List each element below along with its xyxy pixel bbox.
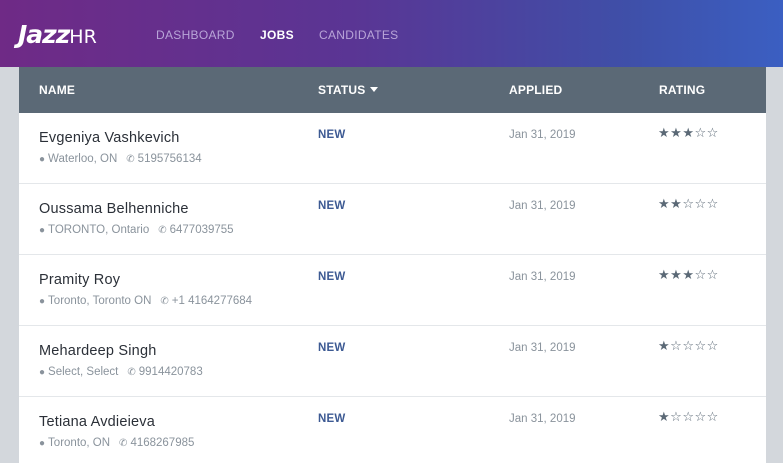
- star-outline-icon[interactable]: ☆: [707, 196, 719, 211]
- candidate-meta: ● Toronto, ON ✆ 4168267985: [39, 437, 194, 449]
- star-filled-icon[interactable]: ★: [658, 196, 670, 211]
- applied-date: Jan 31, 2019: [509, 129, 576, 141]
- table-row[interactable]: Pramity Roy ● Toronto, Toronto ON ✆ +1 41642…: [19, 255, 766, 326]
- phone-icon: ✆: [158, 224, 167, 236]
- star-outline-icon[interactable]: ☆: [707, 409, 719, 424]
- applied-date: Jan 31, 2019: [509, 200, 576, 212]
- candidates-table: NAME STATUS APPLIED RATING Evgeniya Vash…: [19, 67, 766, 463]
- star-rating[interactable]: ★★★☆☆: [658, 267, 719, 283]
- candidate-meta: ● Waterloo, ON ✆ 5195756134: [39, 153, 202, 165]
- column-header-name[interactable]: NAME: [39, 83, 75, 97]
- star-filled-icon[interactable]: ★: [658, 409, 670, 424]
- candidate-location: TORONTO, Ontario: [48, 224, 150, 236]
- star-outline-icon[interactable]: ☆: [682, 338, 694, 353]
- nav-jobs[interactable]: JOBS: [260, 28, 294, 42]
- jazzhr-logo[interactable]: JazzHR: [18, 20, 97, 49]
- status-badge: NEW: [318, 271, 346, 283]
- star-outline-icon[interactable]: ☆: [694, 125, 706, 140]
- candidate-meta: ● Toronto, Toronto ON ✆ +1 4164277684: [39, 295, 252, 307]
- candidate-phone: +1 4164277684: [171, 295, 253, 307]
- candidate-phone: 5195756134: [137, 153, 202, 165]
- star-rating[interactable]: ★★☆☆☆: [658, 196, 719, 212]
- star-rating[interactable]: ★★★☆☆: [658, 125, 719, 141]
- candidate-location: Toronto, ON: [48, 437, 111, 449]
- map-pin-icon: ●: [39, 295, 46, 307]
- star-filled-icon[interactable]: ★: [658, 267, 670, 282]
- logo-text: Jazz: [18, 20, 70, 49]
- star-filled-icon[interactable]: ★: [670, 196, 682, 211]
- star-outline-icon[interactable]: ☆: [707, 267, 719, 282]
- star-filled-icon[interactable]: ★: [658, 338, 670, 353]
- nav-dashboard[interactable]: DASHBOARD: [156, 28, 235, 42]
- star-outline-icon[interactable]: ☆: [670, 338, 682, 353]
- status-badge: NEW: [318, 129, 346, 141]
- table-row[interactable]: Mehardeep Singh ● Select, Select ✆ 991442078…: [19, 326, 766, 397]
- table-body: Evgeniya Vashkevich ● Waterloo, ON ✆ 5195756…: [19, 113, 766, 463]
- table-row[interactable]: Tetiana Avdieieva ● Toronto, ON ✆ 4168267985…: [19, 397, 766, 463]
- status-badge: NEW: [318, 413, 346, 425]
- applied-date: Jan 31, 2019: [509, 342, 576, 354]
- table-row[interactable]: Oussama Belhenniche ● TORONTO, Ontario ✆ 647…: [19, 184, 766, 255]
- candidate-phone: 4168267985: [130, 437, 195, 449]
- star-filled-icon[interactable]: ★: [682, 125, 694, 140]
- star-outline-icon[interactable]: ☆: [707, 125, 719, 140]
- column-header-status-label: STATUS: [318, 83, 366, 97]
- applied-date: Jan 31, 2019: [509, 413, 576, 425]
- candidate-name[interactable]: Mehardeep Singh: [39, 343, 156, 359]
- star-outline-icon[interactable]: ☆: [682, 409, 694, 424]
- star-outline-icon[interactable]: ☆: [694, 196, 706, 211]
- scrollbar-track[interactable]: [766, 67, 783, 463]
- star-outline-icon[interactable]: ☆: [707, 338, 719, 353]
- star-rating[interactable]: ★☆☆☆☆: [658, 338, 719, 354]
- star-outline-icon[interactable]: ☆: [694, 409, 706, 424]
- map-pin-icon: ●: [39, 224, 46, 236]
- column-header-applied[interactable]: APPLIED: [509, 83, 562, 97]
- phone-icon: ✆: [119, 437, 128, 449]
- candidate-location: Toronto, Toronto ON: [48, 295, 152, 307]
- status-badge: NEW: [318, 200, 346, 212]
- map-pin-icon: ●: [39, 153, 46, 165]
- column-header-status[interactable]: STATUS: [318, 83, 379, 97]
- star-outline-icon[interactable]: ☆: [670, 409, 682, 424]
- table-header: NAME STATUS APPLIED RATING: [19, 67, 766, 113]
- column-header-rating[interactable]: RATING: [659, 83, 705, 97]
- star-filled-icon[interactable]: ★: [658, 125, 670, 140]
- candidate-meta: ● TORONTO, Ontario ✆ 6477039755: [39, 224, 234, 236]
- candidate-location: Waterloo, ON: [48, 153, 118, 165]
- map-pin-icon: ●: [39, 366, 46, 378]
- star-outline-icon[interactable]: ☆: [694, 338, 706, 353]
- candidate-meta: ● Select, Select ✆ 9914420783: [39, 366, 203, 378]
- status-badge: NEW: [318, 342, 346, 354]
- candidate-location: Select, Select: [48, 366, 119, 378]
- candidate-phone: 6477039755: [169, 224, 234, 236]
- star-outline-icon[interactable]: ☆: [682, 196, 694, 211]
- top-navbar: JazzHR DASHBOARD JOBS CANDIDATES: [0, 0, 783, 67]
- map-pin-icon: ●: [39, 437, 46, 449]
- star-rating[interactable]: ★☆☆☆☆: [658, 409, 719, 425]
- phone-icon: ✆: [126, 153, 135, 165]
- nav-candidates[interactable]: CANDIDATES: [319, 28, 398, 42]
- star-outline-icon[interactable]: ☆: [694, 267, 706, 282]
- phone-icon: ✆: [127, 366, 136, 378]
- candidate-name[interactable]: Evgeniya Vashkevich: [39, 130, 180, 146]
- star-filled-icon[interactable]: ★: [670, 125, 682, 140]
- caret-down-icon: [370, 87, 379, 92]
- candidate-name[interactable]: Pramity Roy: [39, 272, 120, 288]
- candidate-name[interactable]: Oussama Belhenniche: [39, 201, 189, 217]
- candidate-phone: 9914420783: [138, 366, 203, 378]
- phone-icon: ✆: [160, 295, 169, 307]
- logo-suffix: HR: [69, 26, 97, 48]
- table-row[interactable]: Evgeniya Vashkevich ● Waterloo, ON ✆ 5195756…: [19, 113, 766, 184]
- applied-date: Jan 31, 2019: [509, 271, 576, 283]
- candidate-name[interactable]: Tetiana Avdieieva: [39, 414, 155, 430]
- star-filled-icon[interactable]: ★: [670, 267, 682, 282]
- star-filled-icon[interactable]: ★: [682, 267, 694, 282]
